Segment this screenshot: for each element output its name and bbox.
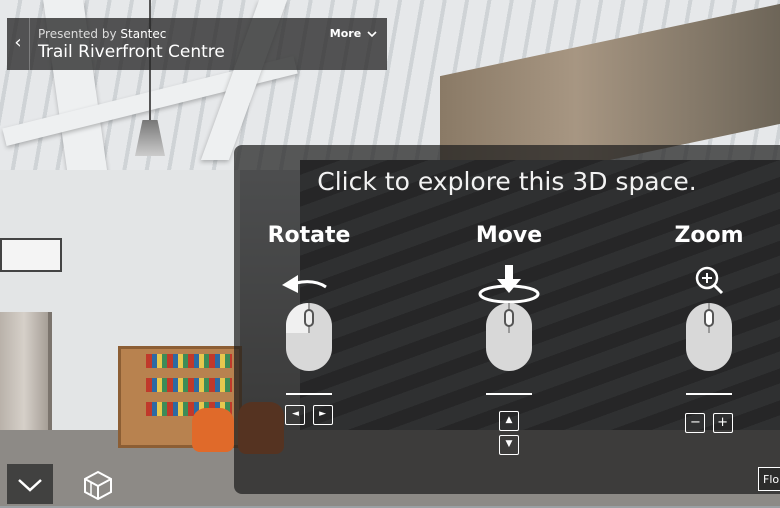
mouse-icon	[686, 303, 732, 371]
more-button[interactable]: More	[330, 27, 377, 40]
elevator-door	[0, 312, 52, 432]
dollhouse-view-button[interactable]	[75, 464, 121, 504]
rotate-label: Rotate	[267, 223, 351, 248]
down-arrow-key: ▼	[499, 435, 519, 455]
mouse-icon	[486, 303, 532, 371]
divider	[686, 393, 732, 395]
overlay-headline: Click to explore this 3D space.	[317, 167, 697, 196]
right-arrow-key: ►	[312, 405, 333, 425]
books	[146, 378, 232, 392]
expand-footer-button[interactable]	[7, 464, 53, 504]
mouse-icon	[286, 303, 332, 371]
presented-prefix: Presented by	[38, 27, 117, 41]
more-label: More	[329, 27, 362, 40]
chevron-down-icon	[367, 30, 377, 37]
presented-by: Presented by Stantec	[38, 27, 166, 41]
zoom-keys: − +	[634, 413, 780, 433]
back-chevron-icon[interactable]: ‹	[7, 18, 30, 70]
books	[146, 354, 232, 368]
presenter-link[interactable]: Stantec	[120, 27, 166, 41]
instructions-overlay[interactable]: Click to explore this 3D space. Rotate ◄…	[234, 145, 780, 494]
dollhouse-cube-icon	[84, 470, 112, 501]
move-instruction: Move ▲ ▼	[434, 223, 584, 455]
minus-key: −	[685, 413, 706, 433]
zoom-label: Zoom	[674, 223, 744, 248]
up-arrow-key: ▲	[499, 411, 519, 431]
divider	[286, 393, 332, 395]
move-down-arrow-icon	[478, 265, 540, 304]
space-title: Trail Riverfront Centre	[38, 42, 225, 62]
move-keys: ▲ ▼	[434, 411, 584, 455]
rotate-instruction: Rotate ◄ ►	[234, 223, 384, 425]
zoom-instruction: Zoom − +	[634, 223, 780, 433]
divider	[486, 393, 532, 395]
floor-selector[interactable]: Flo	[758, 467, 780, 491]
chevron-down-icon	[18, 479, 42, 492]
rotate-keys: ◄ ►	[234, 405, 384, 425]
left-arrow-key: ◄	[285, 405, 306, 425]
rotate-arrow-icon	[282, 275, 327, 293]
plus-key: +	[712, 413, 733, 433]
move-label: Move	[475, 223, 543, 248]
zoom-in-icon	[695, 266, 724, 295]
orange-chair	[192, 408, 234, 452]
tour-header: ‹ Presented by Stantec Trail Riverfront …	[7, 18, 387, 70]
wall-sign	[0, 238, 62, 272]
